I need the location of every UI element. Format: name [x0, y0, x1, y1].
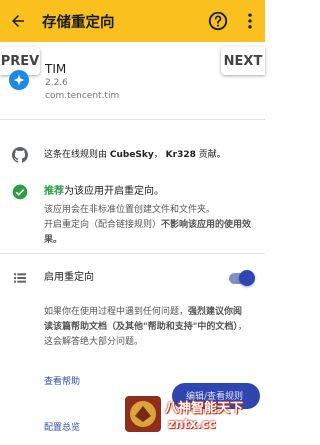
switch-thumb[interactable]	[239, 270, 255, 286]
recommend-title-rest: 为该应用开启重定向。	[64, 186, 164, 197]
info-text-a: 如果你在使用过程中遇到任何问题，	[44, 307, 189, 317]
watermark-logo	[125, 396, 161, 432]
recommendation-description: 该应用会在非标准位置创建文件和文件夹。 开启重定向（配合链接规则）不影响该应用的…	[44, 203, 254, 248]
enable-redirect-label: 启用重定向	[44, 272, 94, 283]
help-button[interactable]	[207, 10, 229, 32]
author-kr328[interactable]: Kr328	[166, 150, 196, 160]
check-circle-icon	[12, 184, 28, 200]
app-version: 2.2.6	[45, 78, 68, 88]
recommendation-title: 推荐为该应用开启重定向。	[44, 185, 164, 199]
back-button[interactable]	[6, 9, 30, 33]
app-package: com.tencent.tim	[45, 91, 120, 101]
page-title: 存储重定向	[42, 15, 115, 31]
more-vert-icon	[248, 13, 252, 29]
app-name: TIM	[45, 62, 67, 76]
recommend-desc-line1: 该应用会在非标准位置创建文件和文件夹。	[44, 205, 216, 215]
more-options-button[interactable]	[238, 9, 262, 33]
app-bar: 存储重定向	[0, 0, 265, 42]
author-cubesky[interactable]: CubeSky	[110, 150, 154, 160]
config-overview-link[interactable]: 配置总览	[44, 420, 80, 433]
site-watermark: 八神智能天下 zntx.cc	[125, 396, 260, 438]
author-separator: ，	[153, 150, 166, 160]
tim-app-icon	[9, 70, 29, 90]
list-icon	[12, 270, 28, 286]
rule-source-suffix: 贡献。	[195, 150, 226, 160]
divider	[0, 119, 265, 120]
github-icon	[12, 147, 28, 163]
next-button[interactable]: NEXT	[221, 47, 265, 75]
arrow-back-icon	[12, 15, 24, 27]
recommend-desc-line2a: 开启重定向（配合链接规则）	[44, 220, 162, 230]
info-text: 如果你在使用过程中遇到任何问题，强烈建议你阅读该篇帮助文档（及其他"帮助和支持"…	[44, 305, 249, 350]
divider	[0, 253, 265, 254]
view-help-link[interactable]: 查看帮助	[44, 375, 80, 389]
watermark-line2: zntx.cc	[168, 417, 216, 431]
recommend-highlight: 推荐	[44, 186, 64, 197]
watermark-line1: 八神智能天下	[165, 401, 244, 416]
rule-source-text: 这条在线规则由 CubeSky， Kr328 贡献。	[44, 148, 254, 162]
help-circle-icon	[208, 11, 228, 31]
rule-source-prefix: 这条在线规则由	[44, 150, 110, 160]
